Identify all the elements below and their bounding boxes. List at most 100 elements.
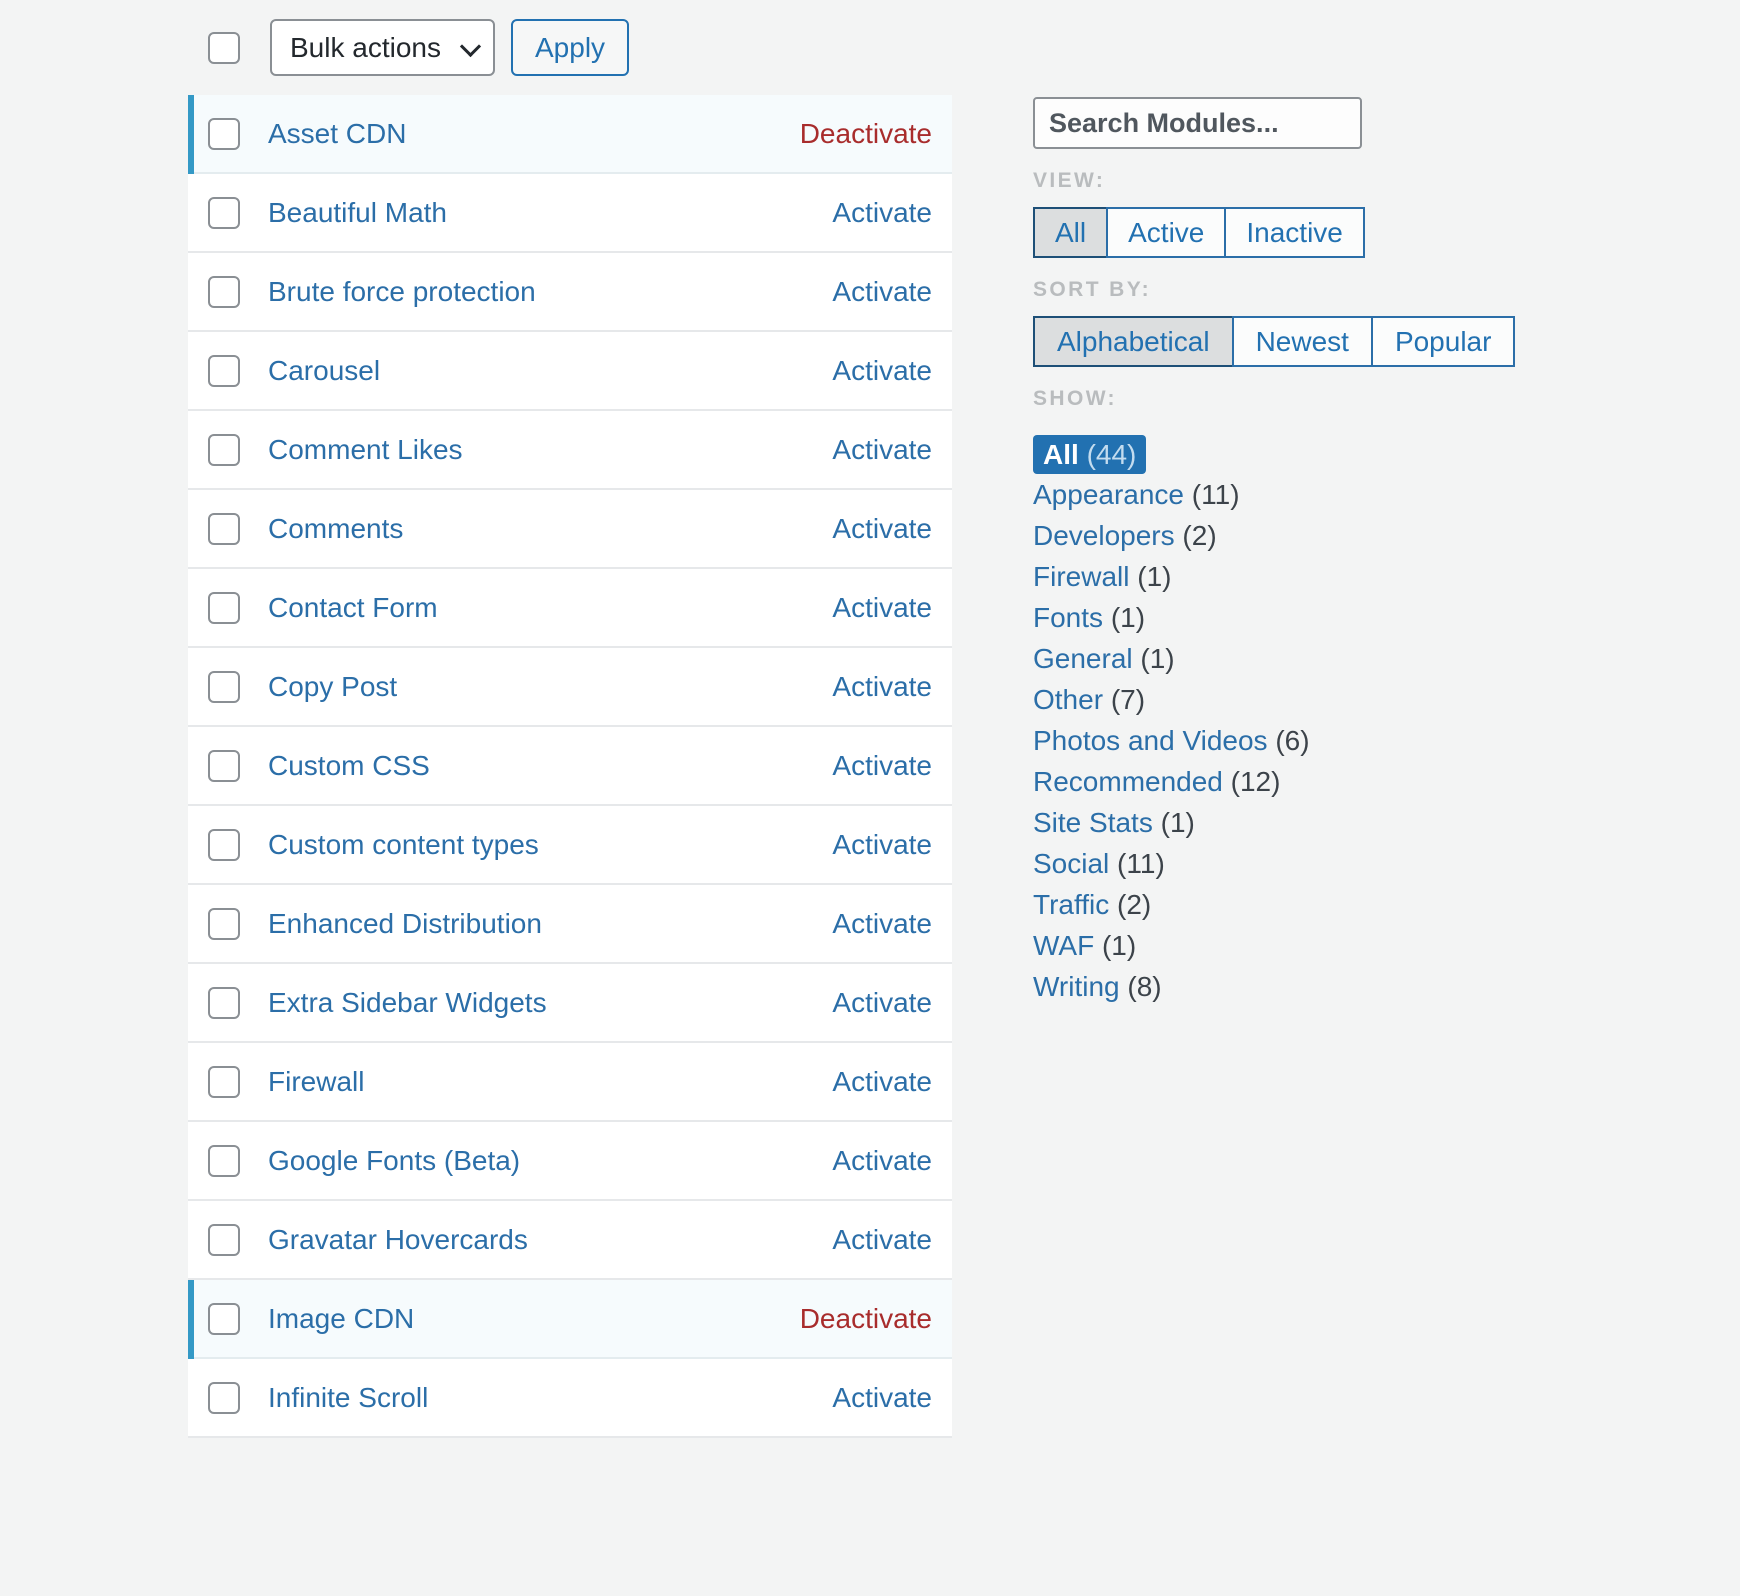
row-checkbox[interactable] [208, 1144, 240, 1177]
activate-link[interactable]: Activate [832, 671, 932, 703]
category-item[interactable]: Writing (8) [1033, 966, 1733, 1007]
module-name-link[interactable]: Carousel [268, 355, 380, 387]
table-row: Comment Likes Activate [188, 411, 952, 490]
category-count: (7) [1110, 684, 1146, 715]
activate-link[interactable]: Activate [832, 1066, 932, 1098]
module-name-link[interactable]: Gravatar Hovercards [268, 1224, 528, 1256]
activate-link[interactable]: Activate [832, 829, 932, 861]
table-row: Gravatar Hovercards Activate [188, 1201, 952, 1280]
table-row: Extra Sidebar Widgets Activate [188, 964, 952, 1043]
category-list: All (44) Appearance (11) Developers (2) Fir… [1033, 435, 1733, 1007]
category-label: Site Stats [1033, 807, 1153, 838]
sort-button-popular[interactable]: Popular [1370, 316, 1516, 367]
module-name-link[interactable]: Beautiful Math [268, 197, 447, 229]
module-name-link[interactable]: Copy Post [268, 671, 397, 703]
activate-link[interactable]: Activate [832, 908, 932, 940]
table-row: Contact Form Activate [188, 569, 952, 648]
category-label: Other [1033, 684, 1104, 715]
row-checkbox[interactable] [208, 117, 240, 150]
module-name-link[interactable]: Enhanced Distribution [268, 908, 542, 940]
row-checkbox[interactable] [208, 591, 240, 624]
category-item[interactable]: Other (7) [1033, 679, 1733, 720]
category-item[interactable]: Photos and Videos (6) [1033, 720, 1733, 761]
row-checkbox[interactable] [208, 196, 240, 229]
category-label: Traffic [1033, 889, 1110, 920]
category-count: (1) [1110, 602, 1146, 633]
deactivate-link[interactable]: Deactivate [800, 118, 932, 150]
category-item[interactable]: All (44) [1033, 435, 1147, 474]
category-item[interactable]: Recommended (12) [1033, 761, 1733, 802]
deactivate-link[interactable]: Deactivate [800, 1303, 932, 1335]
module-name-link[interactable]: Image CDN [268, 1303, 414, 1335]
sort-button-alphabetical[interactable]: Alphabetical [1033, 316, 1232, 367]
sort-button-newest[interactable]: Newest [1231, 316, 1371, 367]
row-checkbox[interactable] [208, 986, 240, 1019]
module-name-link[interactable]: Infinite Scroll [268, 1382, 428, 1414]
module-name-link[interactable]: Firewall [268, 1066, 364, 1098]
filters-sidebar: VIEW: AllActiveInactive SORT BY: Alphabe… [1033, 97, 1733, 1023]
category-item[interactable]: Site Stats (1) [1033, 802, 1733, 843]
select-all-checkbox[interactable] [208, 31, 240, 64]
apply-button[interactable]: Apply [511, 19, 630, 76]
row-checkbox[interactable] [208, 1302, 240, 1335]
row-checkbox[interactable] [208, 275, 240, 308]
module-name-link[interactable]: Brute force protection [268, 276, 536, 308]
activate-link[interactable]: Activate [832, 1145, 932, 1177]
module-name-link[interactable]: Custom CSS [268, 750, 430, 782]
row-checkbox[interactable] [208, 1381, 240, 1414]
activate-link[interactable]: Activate [832, 197, 932, 229]
module-name-link[interactable]: Contact Form [268, 592, 438, 624]
activate-link[interactable]: Activate [832, 592, 932, 624]
category-count: (2) [1117, 889, 1152, 920]
row-checkbox[interactable] [208, 749, 240, 782]
module-name-link[interactable]: Extra Sidebar Widgets [268, 987, 547, 1019]
row-checkbox[interactable] [208, 1223, 240, 1256]
module-name-link[interactable]: Asset CDN [268, 118, 406, 150]
category-count: (8) [1127, 971, 1162, 1002]
activate-link[interactable]: Activate [832, 750, 932, 782]
view-button-group: All Active Inactive [1033, 207, 1733, 258]
row-checkbox[interactable] [208, 907, 240, 940]
search-input[interactable] [1033, 97, 1362, 149]
module-name-link[interactable]: Comments [268, 513, 403, 545]
module-name-link[interactable]: Comment Likes [268, 434, 463, 466]
view-button-active[interactable]: Active [1106, 207, 1225, 258]
table-row: Beautiful Math Activate [188, 174, 952, 253]
category-count: (6) [1275, 725, 1310, 756]
row-checkbox[interactable] [208, 512, 240, 545]
module-name-link[interactable]: Custom content types [268, 829, 539, 861]
row-checkbox[interactable] [208, 433, 240, 466]
category-count: (11) [1191, 479, 1240, 510]
category-count: (11) [1117, 848, 1165, 879]
sort-button-group: Alphabetical Newest Popular [1033, 316, 1733, 367]
category-label: Photos and Videos [1033, 725, 1268, 756]
activate-link[interactable]: Activate [832, 355, 932, 387]
row-checkbox[interactable] [208, 354, 240, 387]
category-item[interactable]: Appearance (11) [1033, 474, 1733, 515]
view-button-inactive[interactable]: Inactive [1224, 207, 1365, 258]
category-label: Recommended [1033, 766, 1223, 797]
activate-link[interactable]: Activate [832, 276, 932, 308]
activate-link[interactable]: Activate [832, 1224, 932, 1256]
row-checkbox[interactable] [208, 828, 240, 861]
category-item[interactable]: Developers (2) [1033, 515, 1733, 556]
category-item[interactable]: Fonts (1) [1033, 597, 1733, 638]
bulk-actions-select-wrapper: Bulk actions [270, 19, 495, 76]
activate-link[interactable]: Activate [832, 1382, 932, 1414]
view-button-all[interactable]: All [1033, 207, 1107, 258]
module-name-link[interactable]: Google Fonts (Beta) [268, 1145, 520, 1177]
row-checkbox[interactable] [208, 670, 240, 703]
bulk-actions-select[interactable]: Bulk actions [270, 19, 495, 76]
category-item[interactable]: Social (11) [1033, 843, 1733, 884]
category-item[interactable]: Firewall (1) [1033, 556, 1733, 597]
activate-link[interactable]: Activate [832, 513, 932, 545]
activate-link[interactable]: Activate [832, 987, 932, 1019]
category-count: (44) [1086, 439, 1137, 470]
category-item[interactable]: Traffic (2) [1033, 884, 1733, 925]
activate-link[interactable]: Activate [832, 434, 932, 466]
category-label: Firewall [1033, 561, 1130, 592]
category-item[interactable]: WAF (1) [1033, 925, 1733, 966]
category-label: Social [1033, 848, 1110, 879]
row-checkbox[interactable] [208, 1065, 240, 1098]
category-item[interactable]: General (1) [1033, 638, 1733, 679]
